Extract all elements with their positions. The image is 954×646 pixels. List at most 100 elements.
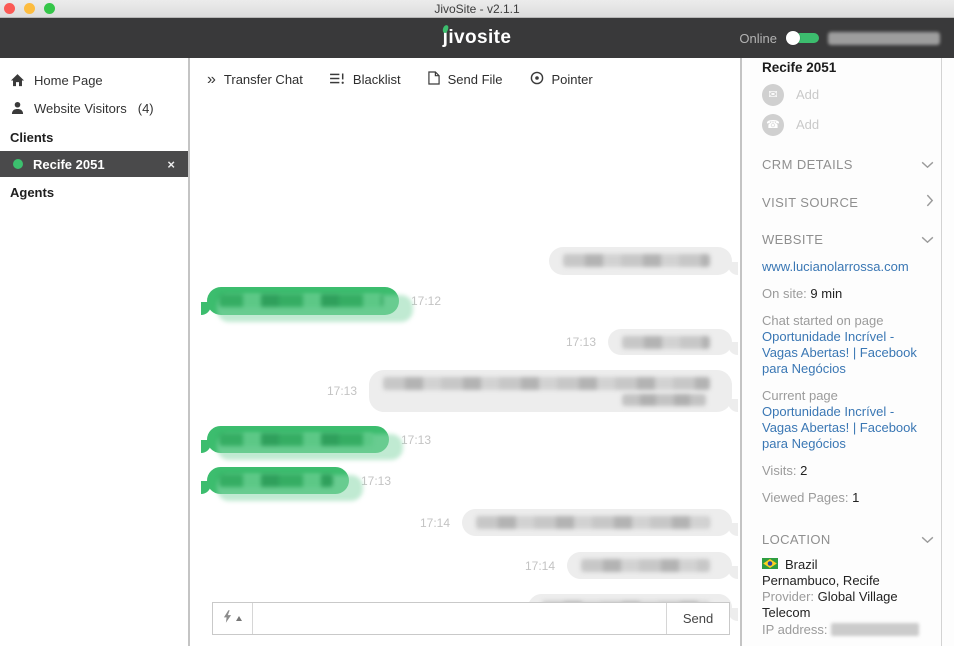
client-online-dot-icon xyxy=(13,159,23,169)
window-zoom-button[interactable] xyxy=(44,3,55,14)
chat-bubble-visitor xyxy=(608,329,732,355)
chat-message-row: 17:14 xyxy=(190,552,740,579)
message-time: 17:13 xyxy=(361,474,391,488)
chat-bubble-visitor xyxy=(567,552,732,579)
sidebar-visitors-label: Website Visitors xyxy=(34,101,127,116)
redacted-message-text xyxy=(476,516,710,529)
provider-label: Provider: xyxy=(762,589,814,604)
visitors-icon xyxy=(10,101,25,115)
chat-message-row: 17:14 xyxy=(190,509,740,536)
transfer-icon: » xyxy=(207,75,216,85)
close-chat-icon[interactable]: × xyxy=(167,158,175,171)
send-button[interactable]: Send xyxy=(666,603,729,634)
chat-bubble-visitor xyxy=(462,509,732,536)
online-status-label: Online xyxy=(739,31,777,46)
email-icon: ✉ xyxy=(762,84,784,106)
message-time: 17:13 xyxy=(401,433,431,447)
window-titlebar: JivoSite - v2.1.1 xyxy=(0,0,954,18)
send-file-icon xyxy=(428,71,440,88)
sidebar-item-website-visitors[interactable]: Website Visitors (4) xyxy=(0,94,188,122)
chat-toolbar: » Transfer Chat Blacklist Send File Poi xyxy=(190,58,740,88)
chat-started-page-link[interactable]: Oportunidade Incrível - Vagas Abertas! |… xyxy=(762,329,924,377)
visits-row: Visits: 2 xyxy=(762,463,924,479)
website-label: WEBSITE xyxy=(762,232,823,248)
current-page-link[interactable]: Oportunidade Incrível - Vagas Abertas! |… xyxy=(762,404,924,452)
ip-address-redacted xyxy=(831,623,919,636)
chevron-down-icon xyxy=(921,157,934,173)
pointer-label: Pointer xyxy=(552,72,593,87)
visits-value: 2 xyxy=(800,463,807,478)
send-file-label: Send File xyxy=(448,72,503,87)
phone-icon: ☎ xyxy=(762,114,784,136)
viewed-pages-label: Viewed Pages: xyxy=(762,490,849,505)
chat-bubble-visitor xyxy=(369,370,732,412)
sidebar-item-home-page[interactable]: Home Page xyxy=(0,66,188,94)
section-website[interactable]: WEBSITE xyxy=(762,232,934,248)
client-name: Recife 2051 xyxy=(33,157,157,172)
viewed-pages-row: Viewed Pages: 1 xyxy=(762,490,924,506)
add-phone-row[interactable]: ☎ Add xyxy=(762,114,924,136)
redacted-message-text xyxy=(219,294,383,307)
on-site-value: 9 min xyxy=(810,286,842,301)
ip-row: IP address: xyxy=(762,622,924,638)
lightning-icon xyxy=(223,610,232,628)
chat-bubble-agent xyxy=(207,287,399,315)
app-window: JivoSite - v2.1.1 jivosite Online Home P… xyxy=(0,0,954,646)
visitor-title: Recife 2051 xyxy=(762,60,924,76)
message-time: 17:13 xyxy=(327,384,357,398)
visits-label: Visits: xyxy=(762,463,796,478)
blacklist-button[interactable]: Blacklist xyxy=(330,72,401,88)
chat-message-row: 17:12 xyxy=(190,287,740,315)
transfer-chat-label: Transfer Chat xyxy=(224,72,303,87)
agent-name-redacted xyxy=(828,32,940,45)
redacted-message-text xyxy=(383,377,710,390)
chat-bubble-agent xyxy=(207,467,349,494)
home-icon xyxy=(10,73,25,87)
details-scrollbar[interactable] xyxy=(941,58,942,646)
country-row: Brazil xyxy=(762,557,924,573)
current-page-row: Current page Oportunidade Incrível - Vag… xyxy=(762,388,924,452)
pointer-icon xyxy=(530,71,544,88)
website-url-link[interactable]: www.lucianolarrossa.com xyxy=(762,259,924,275)
add-email-row[interactable]: ✉ Add xyxy=(762,84,924,106)
redacted-message-text xyxy=(563,254,710,267)
current-page-label: Current page xyxy=(762,388,924,404)
blacklist-label: Blacklist xyxy=(353,72,401,87)
chevron-right-icon xyxy=(926,194,934,211)
chat-bubble-agent xyxy=(207,426,389,453)
provider-row: Provider: Global Village Telecom xyxy=(762,589,924,621)
section-crm-details[interactable]: CRM DETAILS xyxy=(762,157,934,173)
message-input[interactable] xyxy=(253,603,666,634)
redacted-message-text xyxy=(219,474,333,487)
online-toggle[interactable] xyxy=(786,31,819,45)
visit-source-label: VISIT SOURCE xyxy=(762,195,858,211)
chat-bubble-visitor xyxy=(549,247,732,275)
window-close-button[interactable] xyxy=(4,3,15,14)
redacted-message-text xyxy=(581,559,710,572)
chat-started-row: Chat started on page Oportunidade Incrív… xyxy=(762,313,924,377)
redacted-message-text xyxy=(219,433,373,446)
location-label: LOCATION xyxy=(762,532,831,548)
quick-phrases-button[interactable] xyxy=(213,603,253,634)
transfer-chat-button[interactable]: » Transfer Chat xyxy=(207,72,303,87)
message-time: 17:14 xyxy=(525,559,555,573)
agents-section-header: Agents xyxy=(0,183,188,203)
add-email-label: Add xyxy=(796,87,819,103)
sidebar: Home Page Website Visitors (4) Clients R… xyxy=(0,58,190,646)
window-minimize-button[interactable] xyxy=(24,3,35,14)
window-title: JivoSite - v2.1.1 xyxy=(434,2,519,16)
chat-message-row: 17:13 xyxy=(190,426,740,453)
section-visit-source[interactable]: VISIT SOURCE xyxy=(762,194,934,211)
section-location[interactable]: LOCATION xyxy=(762,532,934,548)
sidebar-home-label: Home Page xyxy=(34,73,103,88)
message-time: 17:13 xyxy=(566,335,596,349)
ip-label: IP address: xyxy=(762,622,828,637)
sidebar-item-client-recife[interactable]: Recife 2051 × xyxy=(0,151,188,177)
pointer-button[interactable]: Pointer xyxy=(530,71,593,88)
send-file-button[interactable]: Send File xyxy=(428,71,503,88)
chat-message-row: 17:13 xyxy=(190,467,740,494)
crm-details-label: CRM DETAILS xyxy=(762,157,853,173)
chat-message-row: 17:13 xyxy=(190,370,740,412)
redacted-message-text xyxy=(622,394,706,406)
message-time: 17:14 xyxy=(420,516,450,530)
